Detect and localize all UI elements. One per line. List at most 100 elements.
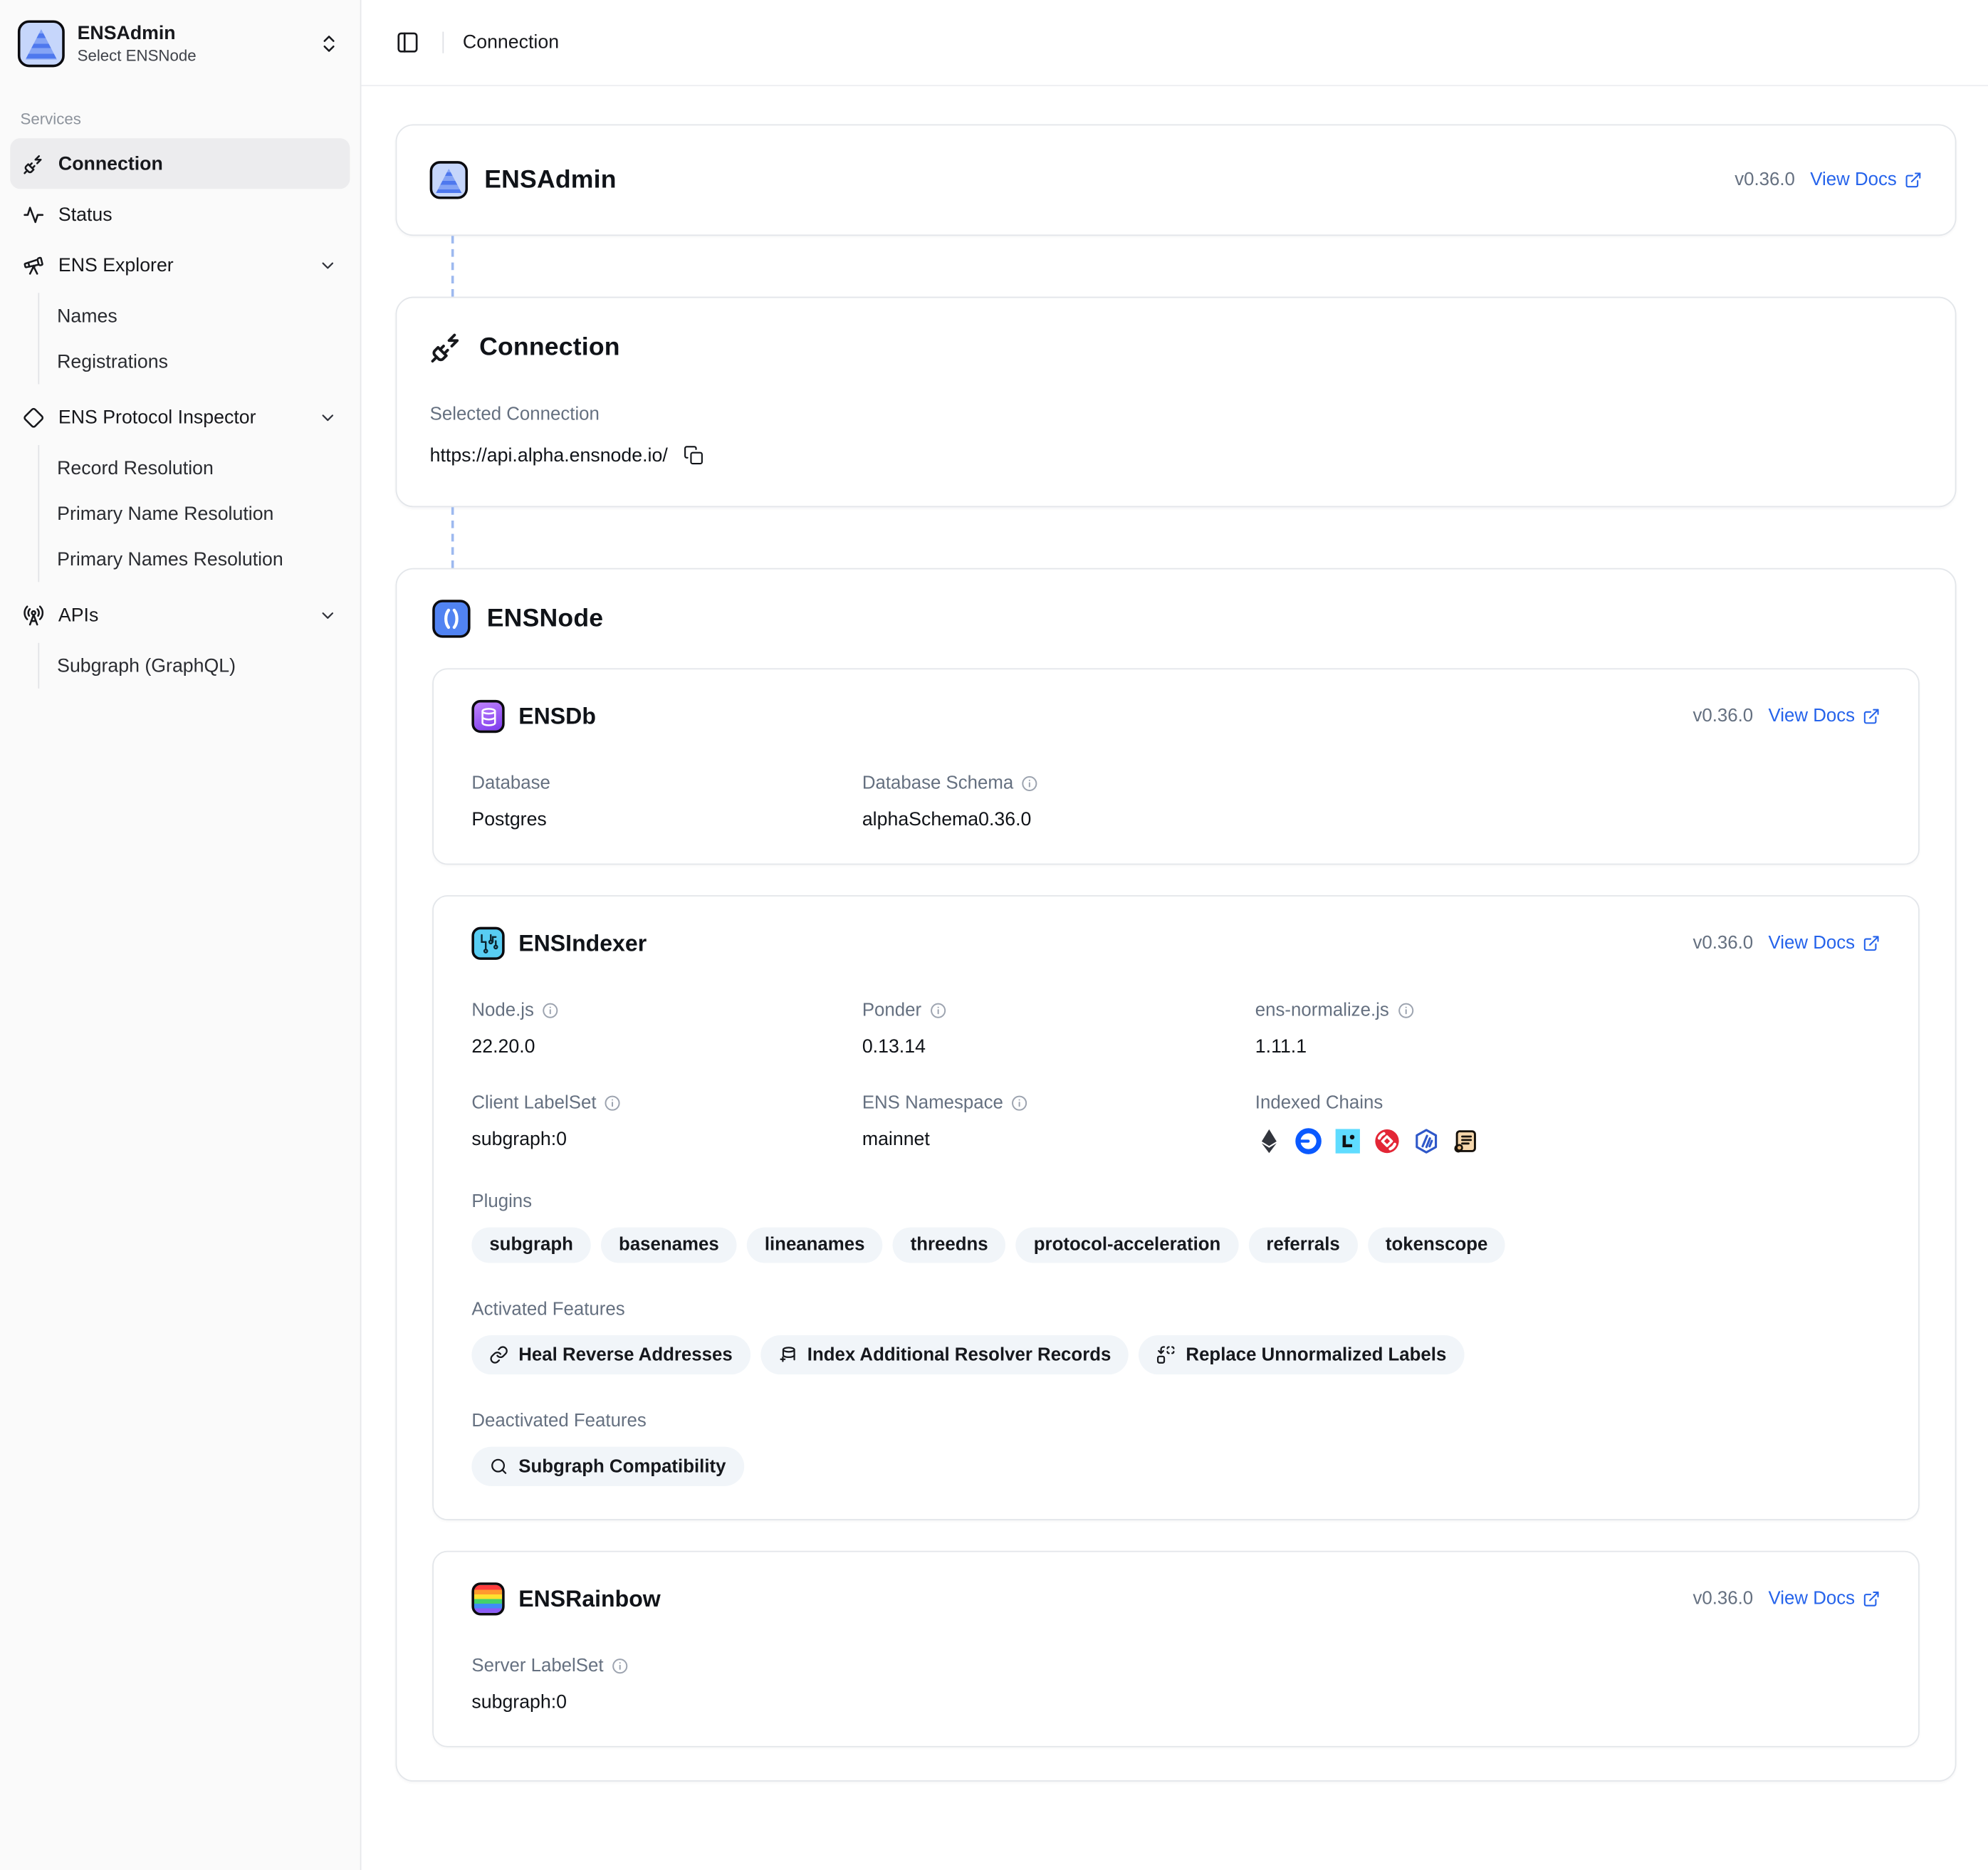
sidebar-item-apis[interactable]: APIs [10,590,350,640]
expand-toggle[interactable] [318,605,338,625]
feature-badge-heal-reverse-addresses: Heal Reverse Addresses [471,1335,750,1374]
breadcrumb: Connection [463,32,559,53]
sidebar-app-subtitle: Select ENSNode [78,47,313,65]
sidebar-item-primary-names-resolution[interactable]: Primary Names Resolution [39,536,360,582]
selected-connection-label: Selected Connection [430,402,1922,427]
plugins-list: subgraph basenames lineanames threedns p… [471,1228,1880,1263]
connection-url: https://api.alpha.ensnode.io/ [430,444,668,466]
field-label-text: Server LabelSet [471,1656,603,1676]
chevron-down-icon [318,605,338,625]
ensnode-logo [432,600,470,637]
sidebar-toggle-button[interactable] [392,26,424,58]
sidebar-nav: Connection Status ENS Explorer Names Reg… [0,138,360,689]
ethereum-chain-icon [1255,1127,1283,1155]
field-value: Postgres [471,809,862,830]
sidebar: ENSAdmin Select ENSNode Services Connect… [0,0,361,1870]
connection-card: Connection Selected Connection https://a… [396,297,1957,508]
sidebar-item-registrations[interactable]: Registrations [39,338,360,384]
field-value: 22.20.0 [471,1036,862,1057]
arbitrum-chain-icon [1413,1127,1440,1155]
info-icon[interactable] [604,1095,622,1112]
plugin-badge: basenames [601,1228,737,1263]
radio-tower-icon [23,604,44,625]
search-icon [489,1457,508,1476]
ensadmin-triangle-icon [24,28,58,61]
field-value: subgraph:0 [471,1129,862,1150]
ensindexer-version-group: v0.36.0 View Docs [1693,934,1880,954]
sidebar-item-primary-name-resolution[interactable]: Primary Name Resolution [39,491,360,536]
sidebar-item-names[interactable]: Names [39,293,360,338]
ensindexer-card: ENSIndexer v0.36.0 View Docs [432,895,1920,1520]
sidebar-item-ens-protocol-inspector[interactable]: ENS Protocol Inspector [10,392,350,442]
feature-label: Replace Unnormalized Labels [1186,1344,1446,1364]
sidebar-item-connection[interactable]: Connection [10,138,350,189]
copy-url-button[interactable] [681,442,706,468]
field-value: 0.13.14 [862,1036,1255,1057]
info-icon[interactable] [1011,1095,1029,1112]
info-icon[interactable] [929,1002,947,1020]
field-label: Database Schema [862,771,1255,797]
view-docs-link[interactable]: View Docs [1810,170,1922,190]
feature-label: Index Additional Resolver Records [807,1344,1111,1364]
ensadmin-card-title: ENSAdmin [484,165,616,194]
external-link-icon [1863,708,1880,726]
sidebar-item-record-resolution[interactable]: Record Resolution [39,445,360,491]
field-ens-normalize: ens-normalize.js 1.11.1 [1255,998,1880,1057]
info-icon[interactable] [611,1657,629,1675]
app-root: ENSAdmin Select ENSNode Services Connect… [0,0,1988,1870]
version-badge: v0.36.0 [1693,706,1753,726]
activated-features-list: Heal Reverse Addresses Index Additional … [471,1335,1880,1374]
view-docs-label: View Docs [1769,1589,1855,1609]
field-label: ENS Namespace [862,1090,1255,1116]
linea-chain-icon [1334,1127,1361,1155]
view-docs-link[interactable]: View Docs [1769,706,1880,726]
expand-toggle[interactable] [318,256,338,275]
ensnode-selector-toggle[interactable] [313,28,345,60]
view-docs-label: View Docs [1769,706,1855,726]
ensdb-card: ENSDb v0.36.0 View Docs Database [432,668,1920,865]
deactivated-features-list: Subgraph Compatibility [471,1447,1880,1486]
view-docs-link[interactable]: View Docs [1769,1589,1880,1609]
info-icon[interactable] [1021,775,1039,793]
sidebar-section-label: Services [0,110,360,128]
ensdb-fields: Database Postgres Database Schema alphaS… [471,771,1880,831]
view-docs-link[interactable]: View Docs [1769,934,1880,954]
expand-toggle[interactable] [318,407,338,427]
ensrainbow-title-group: ENSRainbow [471,1582,660,1615]
chevron-down-icon [318,407,338,427]
content-scroll: ENSAdmin v0.36.0 View Docs Conne [361,86,1988,1782]
external-link-icon [1863,1590,1880,1608]
plugin-badge: protocol-acceleration [1016,1228,1238,1263]
copy-icon [683,445,703,465]
ensindexer-fields-row2: Client LabelSet subgraph:0 ENS Namespace… [471,1090,1880,1155]
connection-card-title: Connection [479,333,620,362]
field-label-text: Ponder [862,1001,921,1020]
card-connector-line [451,236,454,296]
field-value: subgraph:0 [471,1691,862,1713]
database-icon [477,706,498,727]
external-link-icon [1904,171,1922,189]
field-label: Client LabelSet [471,1090,862,1116]
version-badge: v0.36.0 [1693,934,1753,954]
ensnode-selector[interactable]: ENSAdmin Select ENSNode [0,15,360,67]
ensrainbow-card: ENSRainbow v0.36.0 View Docs [432,1551,1920,1748]
ensindexer-title: ENSIndexer [518,930,647,956]
sidebar-item-subgraph-graphql[interactable]: Subgraph (GraphQL) [39,643,360,689]
activity-icon [23,204,44,225]
view-docs-label: View Docs [1769,934,1855,954]
sidebar-item-label: Connection [58,153,163,174]
deactivated-features-label: Deactivated Features [471,1409,1880,1434]
view-docs-label: View Docs [1810,170,1896,190]
ensrainbow-title: ENSRainbow [518,1586,660,1612]
sidebar-item-status[interactable]: Status [10,189,350,239]
ensdb-title-group: ENSDb [471,700,596,733]
sidebar-item-ens-explorer[interactable]: ENS Explorer [10,240,350,291]
field-value: mainnet [862,1129,1255,1150]
field-ponder: Ponder 0.13.14 [862,998,1255,1057]
sidebar-app-title: ENSAdmin [78,23,313,45]
plug-zap-icon [23,153,44,174]
info-icon[interactable] [542,1002,560,1020]
field-label-text: Client LabelSet [471,1093,596,1113]
chevrons-up-down-icon [318,33,340,54]
info-icon[interactable] [1396,1002,1414,1020]
